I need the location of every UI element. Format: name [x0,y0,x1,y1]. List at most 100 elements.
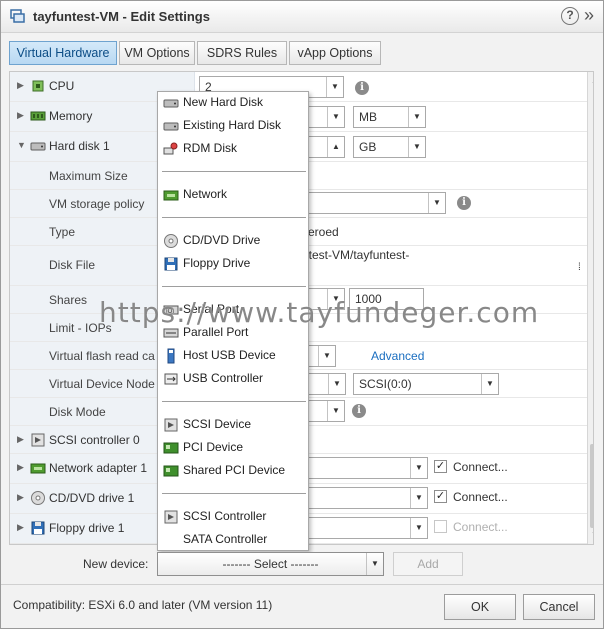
network-icon [163,190,179,201]
shares-label: Shares [49,293,88,307]
memory-unit-select[interactable]: MB ▼ [353,106,426,128]
expand-caret-icon[interactable]: ▶ [17,492,24,503]
disk-mode-select[interactable]: ▼ [308,400,345,422]
expand-caret-icon[interactable]: ▶ [17,522,24,533]
floppy-connect-checkbox[interactable] [434,520,447,533]
chevron-down-icon: ▼ [327,401,344,421]
dialog-footer: Compatibility: ESXi 6.0 and later (VM ve… [1,584,603,628]
menu-item-scsi-controller[interactable]: SCSI Controller [158,506,308,528]
tab-vm-options[interactable]: VM Options [119,41,195,65]
menu-separator [162,217,306,218]
compatibility-text: Compatibility: ESXi 6.0 and later (VM ve… [13,598,273,612]
scsi-device-icon [164,418,178,432]
chevron-down-icon: ▼ [318,346,335,366]
memory-label: Memory [49,109,93,123]
new-device-select[interactable]: ------- Select ------- ▼ [157,552,384,576]
title-bar: tayfuntest-VM - Edit Settings ? » [1,1,603,33]
menu-item-host-usb-device[interactable]: Host USB Device [158,345,308,367]
cancel-button[interactable]: Cancel [523,594,595,620]
floppy-select[interactable]: ▼ [308,517,428,539]
add-button[interactable]: Add [393,552,463,576]
hard-disk-label: Hard disk 1 [49,139,110,153]
info-icon[interactable]: i [352,404,366,418]
ok-button[interactable]: OK [444,594,516,620]
cd-dvd-icon [31,491,45,505]
tab-virtual-hardware[interactable]: Virtual Hardware [9,41,117,65]
chevron-down-icon: ▼ [327,107,344,127]
chevron-down-icon: ▼ [408,107,425,127]
tab-vapp-options[interactable]: vApp Options [289,41,381,65]
hard-disk-icon [30,142,46,151]
scsi-controller-icon [164,510,178,524]
pci-device-icon [163,442,179,454]
network-connect-checkbox[interactable]: ✓ [434,460,447,473]
expand-icon[interactable]: » [584,6,598,25]
tab-sdrs-rules[interactable]: SDRS Rules [197,41,287,65]
disk-file-label: Disk File [49,258,96,272]
scroll-thumb[interactable] [590,444,593,528]
expand-caret-icon[interactable]: ▶ [17,80,24,91]
info-icon[interactable]: i [355,81,369,95]
chevron-down-icon: ▼ [410,488,427,508]
new-device-label: New device: [83,557,149,571]
network-select[interactable]: ▼ [308,457,428,479]
resize-handle-icon[interactable]: ⁞ [578,262,581,273]
advanced-link[interactable]: Advanced [371,349,424,363]
device-node-select[interactable]: SCSI(0:0) ▼ [353,373,499,395]
menu-item-shared-pci-device[interactable]: Shared PCI Device [158,460,308,482]
menu-item-network[interactable]: Network [158,184,308,206]
expand-caret-icon[interactable]: ▶ [17,110,24,121]
watermark-text: https://www.tayfundeger.com [99,296,540,329]
scroll-down-icon[interactable]: ▼ [591,530,593,539]
memory-spinner[interactable]: ▼ [308,106,345,128]
usb-device-icon [167,348,175,364]
chevron-down-icon: ▼ [328,374,345,394]
menu-item-existing-hard-disk[interactable]: Existing Hard Disk [158,115,308,137]
disk-unit-select[interactable]: GB ▼ [353,136,426,158]
cd-dvd-select[interactable]: ▼ [308,487,428,509]
menu-separator [162,171,306,172]
cd-dvd-label: CD/DVD drive 1 [49,491,135,505]
menu-item-new-hard-disk[interactable]: New Hard Disk [158,92,308,114]
window-title: tayfuntest-VM - Edit Settings [33,9,210,24]
menu-item-scsi-device[interactable]: SCSI Device [158,414,308,436]
menu-item-usb-controller[interactable]: USB Controller [158,368,308,390]
vm-icon [10,9,25,23]
menu-item-floppy-drive[interactable]: Floppy Drive [158,253,308,275]
cd-dvd-connect-checkbox[interactable]: ✓ [434,490,447,503]
scsi-controller-icon [31,433,45,447]
hard-disk-icon [163,122,179,131]
cpu-label: CPU [49,79,75,93]
usb-controller-icon [164,373,178,385]
menu-item-cd-dvd-drive[interactable]: CD/DVD Drive [158,230,308,252]
collapse-caret-icon[interactable]: ▼ [17,140,26,150]
cd-dvd-connect-label: Connect... [453,490,508,504]
chevron-down-icon: ▼ [366,553,383,575]
scroll-up-icon[interactable]: ▲ [591,76,593,85]
chevron-down-icon: ▲ [327,137,344,157]
chevron-down-icon: ▼ [326,77,343,97]
menu-item-sata-controller[interactable]: SATA Controller [158,529,308,551]
disk-mode-label: Disk Mode [49,405,106,419]
cd-dvd-icon [164,234,178,248]
menu-item-rdm-disk[interactable]: RDM Disk [158,138,308,160]
memory-icon [30,111,46,121]
menu-separator [162,401,306,402]
storage-policy-select[interactable]: ▼ [308,192,446,214]
chevron-down-icon: ▼ [428,193,445,213]
floppy-connect-label: Connect... [453,520,508,534]
hard-disk-icon [163,99,179,108]
help-icon[interactable]: ? [561,7,579,25]
expand-caret-icon[interactable]: ▶ [17,462,24,473]
floppy-icon [164,257,178,271]
menu-separator [162,493,306,494]
expand-caret-icon[interactable]: ▶ [17,434,24,445]
scsi-controller-label: SCSI controller 0 [49,433,140,447]
disk-size-spinner[interactable]: ▲ [308,136,345,158]
vertical-scrollbar[interactable]: ▲ ▼ [587,72,593,544]
menu-item-pci-device[interactable]: PCI Device [158,437,308,459]
menu-separator [162,286,306,287]
info-icon[interactable]: i [457,196,471,210]
vflash-select[interactable]: ▼ [308,345,336,367]
controller-select[interactable]: ▼ [308,373,346,395]
